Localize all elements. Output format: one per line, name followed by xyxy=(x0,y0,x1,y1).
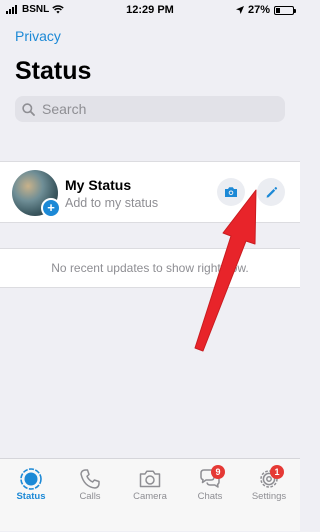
chats-badge: 9 xyxy=(211,465,225,479)
my-status-row[interactable]: + My Status Add to my status xyxy=(0,161,300,223)
battery-percent: 27% xyxy=(247,4,270,16)
camera-icon xyxy=(139,470,161,488)
tab-label-chats: Chats xyxy=(197,491,223,502)
settings-badge: 1 xyxy=(270,465,284,479)
search-icon xyxy=(22,102,35,116)
status-icon xyxy=(20,468,42,490)
no-updates-message: No recent updates to show right now. xyxy=(0,248,300,288)
phone-icon xyxy=(80,469,100,489)
status-bar: BSNL 12:29 PM 27% xyxy=(0,0,300,20)
location-arrow-icon xyxy=(235,6,244,14)
avatar[interactable]: + xyxy=(12,170,61,218)
my-status-subtitle: Add to my status xyxy=(65,196,159,210)
tab-label-camera: Camera xyxy=(133,491,167,502)
tab-camera[interactable]: Camera xyxy=(120,459,180,532)
tab-status[interactable]: Status xyxy=(1,459,61,532)
tab-chats[interactable]: 9 Chats xyxy=(180,459,240,532)
camera-status-button[interactable] xyxy=(217,178,245,206)
search-bar[interactable] xyxy=(15,96,285,122)
camera-icon xyxy=(225,187,237,197)
add-status-plus-icon[interactable]: + xyxy=(41,198,61,218)
tab-settings[interactable]: 1 Settings xyxy=(239,459,299,532)
status-bar-right: 27% xyxy=(235,4,296,16)
privacy-back-link[interactable]: Privacy xyxy=(15,28,61,44)
tab-label-calls: Calls xyxy=(79,491,101,502)
tab-label-settings: Settings xyxy=(251,491,287,502)
tab-bar: Status Calls Camera 9 Chats 1 Settings xyxy=(0,458,300,531)
search-input[interactable] xyxy=(40,100,264,118)
pencil-icon xyxy=(266,186,277,198)
battery-fill xyxy=(276,7,281,13)
text-status-button[interactable] xyxy=(257,178,285,206)
tab-label-status: Status xyxy=(16,491,46,502)
page-title: Status xyxy=(15,57,92,85)
tab-calls[interactable]: Calls xyxy=(60,459,120,532)
battery-icon xyxy=(274,5,296,15)
my-status-name: My Status xyxy=(65,177,132,193)
